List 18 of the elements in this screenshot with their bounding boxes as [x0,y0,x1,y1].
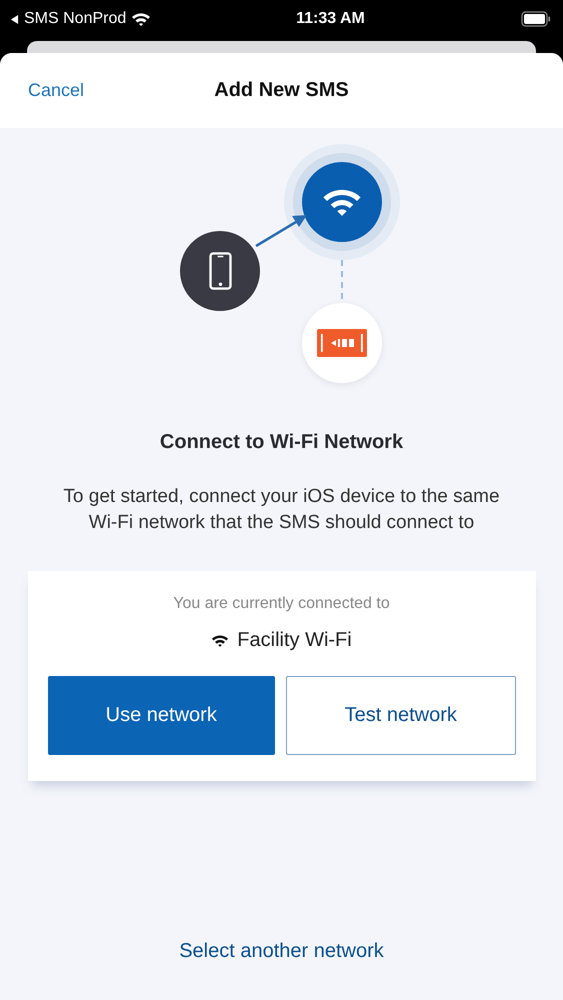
back-app-label[interactable]: SMS NonProd [24,10,126,28]
status-time: 11:33 AM [296,10,365,28]
cancel-link[interactable]: Cancel [28,80,84,101]
network-name: Facility Wi-Fi [237,629,352,652]
use-network-button[interactable]: Use network [48,676,275,755]
section-heading: Connect to Wi-Fi Network [160,431,404,454]
phone-icon [208,252,232,290]
wifi-icon [131,12,152,26]
wifi-icon [211,634,230,648]
battery-icon [521,11,551,27]
instructions-text: To get started, connect your iOS device to the same Wi-Fi network that the SMS should connect to [62,485,501,535]
screen-title: Add New SMS [214,79,349,102]
test-network-button[interactable]: Test network [286,676,516,755]
device-icon [317,329,367,357]
connection-arrow [254,213,309,249]
select-network-link[interactable]: Select another network [179,940,384,963]
connected-caption: You are currently connected to [173,595,390,613]
back-icon[interactable] [10,14,19,24]
